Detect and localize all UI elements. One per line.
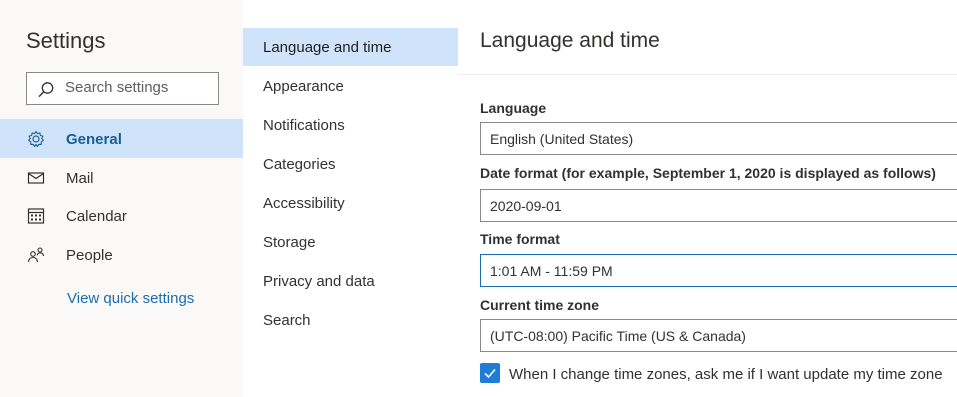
subnav-item-language-and-time[interactable]: Language and time xyxy=(243,28,458,66)
language-label: Language xyxy=(480,100,547,116)
subnav-item-label: Appearance xyxy=(263,78,344,95)
sidebar-item-general[interactable]: General xyxy=(0,119,243,158)
subnav-item-label: Notifications xyxy=(263,117,345,134)
date-format-dropdown[interactable]: 2020-09-01 xyxy=(480,189,957,222)
subnav-item-notifications[interactable]: Notifications xyxy=(243,106,458,144)
settings-subnav: Language and time Appearance Notificatio… xyxy=(243,0,458,397)
checkmark-icon xyxy=(484,368,496,379)
settings-sidebar: Settings General Mail xyxy=(0,0,243,397)
subnav-item-label: Privacy and data xyxy=(263,273,375,290)
time-format-label: Time format xyxy=(480,231,560,247)
calendar-icon xyxy=(27,208,45,224)
date-format-label: Date format (for example, September 1, 2… xyxy=(480,165,936,181)
time-format-value: 1:01 AM - 11:59 PM xyxy=(490,263,613,279)
settings-content: Language and time Language English (Unit… xyxy=(458,0,957,397)
sidebar-item-label: People xyxy=(66,247,113,264)
gear-icon xyxy=(28,130,44,148)
search-icon xyxy=(38,82,54,98)
sidebar-item-mail[interactable]: Mail xyxy=(0,158,243,197)
sidebar-item-label: General xyxy=(66,131,122,148)
subnav-item-accessibility[interactable]: Accessibility xyxy=(243,184,458,222)
subnav-item-label: Search xyxy=(263,312,311,329)
subnav-item-appearance[interactable]: Appearance xyxy=(243,67,458,105)
subnav-item-privacy-and-data[interactable]: Privacy and data xyxy=(243,262,458,300)
time-format-dropdown[interactable]: 1:01 AM - 11:59 PM xyxy=(480,254,957,287)
subnav-item-storage[interactable]: Storage xyxy=(243,223,458,261)
page-title: Language and time xyxy=(480,29,660,52)
sidebar-item-label: Calendar xyxy=(66,208,127,225)
time-zone-value: (UTC-08:00) Pacific Time (US & Canada) xyxy=(490,328,746,344)
language-value: English (United States) xyxy=(490,131,634,147)
tz-prompt-checkbox[interactable] xyxy=(480,363,500,383)
mail-icon xyxy=(27,172,45,184)
tz-prompt-label: When I change time zones, ask me if I wa… xyxy=(509,366,943,383)
settings-title: Settings xyxy=(26,28,106,53)
subnav-item-label: Accessibility xyxy=(263,195,345,212)
people-icon xyxy=(27,247,45,263)
sidebar-item-calendar[interactable]: Calendar xyxy=(0,196,243,235)
search-box[interactable] xyxy=(26,72,219,105)
view-quick-settings-link[interactable]: View quick settings xyxy=(67,290,194,307)
language-dropdown[interactable]: English (United States) xyxy=(480,122,957,155)
subnav-item-categories[interactable]: Categories xyxy=(243,145,458,183)
subnav-item-label: Categories xyxy=(263,156,336,173)
sidebar-item-label: Mail xyxy=(66,170,94,187)
subnav-item-search[interactable]: Search xyxy=(243,301,458,339)
header-divider xyxy=(458,74,957,75)
time-zone-label: Current time zone xyxy=(480,297,600,313)
search-input[interactable] xyxy=(65,79,215,96)
date-format-value: 2020-09-01 xyxy=(490,198,562,214)
sidebar-item-people[interactable]: People xyxy=(0,235,243,274)
time-zone-dropdown[interactable]: (UTC-08:00) Pacific Time (US & Canada) xyxy=(480,319,957,352)
subnav-item-label: Language and time xyxy=(263,39,392,56)
subnav-item-label: Storage xyxy=(263,234,316,251)
